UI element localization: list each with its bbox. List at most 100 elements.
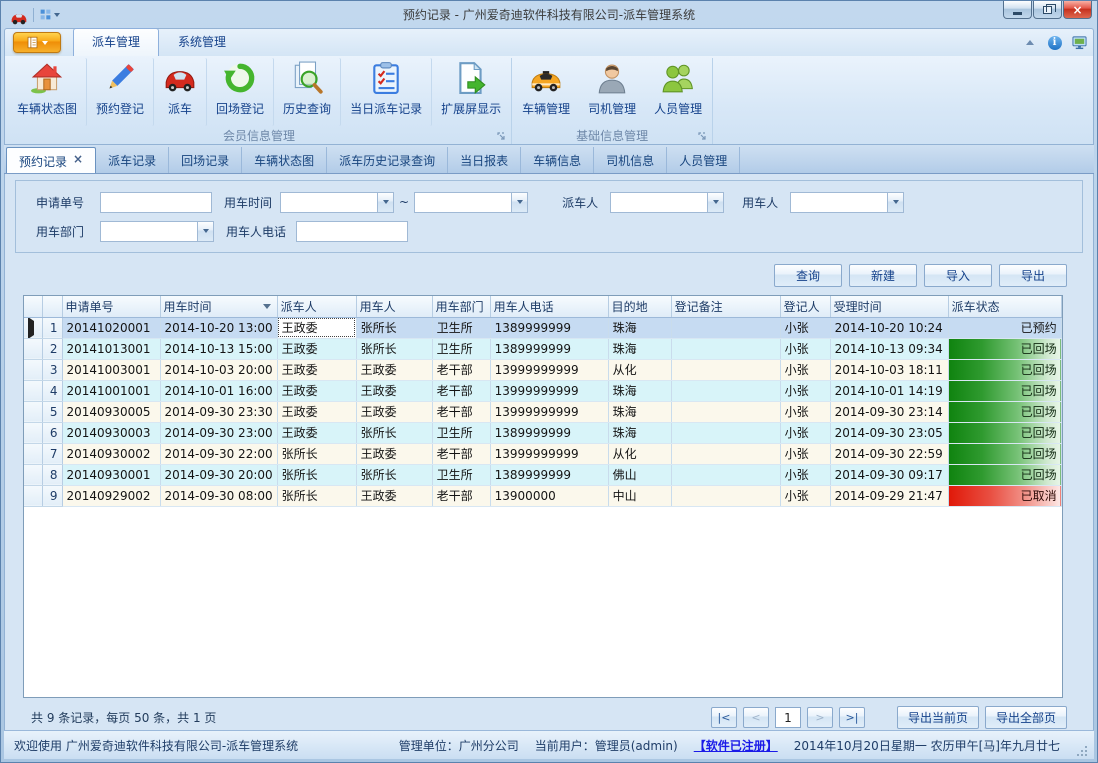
cell-apply_no[interactable]: 20141001001	[62, 380, 160, 401]
resize-grip[interactable]	[1076, 745, 1088, 757]
pager-first-button[interactable]: |<	[711, 707, 737, 728]
cell-status[interactable]: 已取消	[948, 485, 1061, 506]
table-row[interactable]: 9201409290022014-09-30 08:00张所长王政委老干部139…	[24, 485, 1061, 506]
cell-registrar[interactable]: 小张	[780, 422, 830, 443]
cell-dept[interactable]: 卫生所	[432, 464, 490, 485]
cell-phone[interactable]: 1389999999	[490, 464, 608, 485]
use-time-to-combo[interactable]	[414, 192, 528, 213]
cell-use_time[interactable]: 2014-10-01 16:00	[160, 380, 277, 401]
table-row[interactable]: 3201410030012014-10-03 20:00王政委王政委老干部139…	[24, 359, 1061, 380]
close-tab-icon[interactable]: ×	[73, 153, 83, 166]
cell-dept[interactable]: 老干部	[432, 359, 490, 380]
cell-dept[interactable]: 卫生所	[432, 317, 490, 338]
dialog-launcher-icon[interactable]	[497, 131, 507, 141]
cell-accept_time[interactable]: 2014-10-03 18:11	[830, 359, 948, 380]
document-tab-当日报表[interactable]: 当日报表	[448, 147, 521, 173]
quick-access-toolbar-button[interactable]	[39, 8, 60, 21]
cell-status[interactable]: 已预约	[948, 317, 1061, 338]
cell-accept_time[interactable]: 2014-09-29 21:47	[830, 485, 948, 506]
cell-remark[interactable]	[671, 338, 780, 359]
query-button[interactable]: 查询	[774, 264, 842, 287]
cell-phone[interactable]: 13900000	[490, 485, 608, 506]
grid-header-user[interactable]: 用车人	[356, 296, 432, 317]
cell-status[interactable]: 已回场	[948, 380, 1061, 401]
document-tab-人员管理[interactable]: 人员管理	[667, 147, 740, 173]
ribbon-button-人员管理[interactable]: 人员管理	[645, 58, 711, 126]
cell-use_time[interactable]: 2014-09-30 08:00	[160, 485, 277, 506]
chevron-down-icon[interactable]	[197, 222, 213, 241]
grid-header-status[interactable]: 派车状态	[948, 296, 1061, 317]
cell-dept[interactable]: 老干部	[432, 485, 490, 506]
chevron-down-icon[interactable]	[707, 193, 723, 212]
restore-button[interactable]	[1033, 1, 1062, 19]
cell-registrar[interactable]: 小张	[780, 317, 830, 338]
dialog-launcher-icon[interactable]	[698, 131, 708, 141]
cell-user[interactable]: 张所长	[356, 422, 432, 443]
cell-use_time[interactable]: 2014-09-30 20:00	[160, 464, 277, 485]
cell-use_time[interactable]: 2014-09-30 23:30	[160, 401, 277, 422]
cell-dest[interactable]: 佛山	[608, 464, 671, 485]
document-tab-派车记录[interactable]: 派车记录	[96, 147, 169, 173]
cell-dispatcher[interactable]: 张所长	[277, 443, 356, 464]
ribbon-button-回场登记[interactable]: 回场登记	[207, 58, 274, 126]
cell-apply_no[interactable]: 20140930001	[62, 464, 160, 485]
cell-status[interactable]: 已回场	[948, 401, 1061, 422]
pager-last-button[interactable]: >|	[839, 707, 865, 728]
cell-phone[interactable]: 13999999999	[490, 359, 608, 380]
cell-user[interactable]: 王政委	[356, 401, 432, 422]
table-row[interactable]: 5201409300052014-09-30 23:30王政委王政委老干部139…	[24, 401, 1061, 422]
cell-apply_no[interactable]: 20141003001	[62, 359, 160, 380]
close-button[interactable]: ×	[1063, 1, 1092, 19]
grid-header-apply_no[interactable]: 申请单号	[62, 296, 160, 317]
chevron-down-icon[interactable]	[887, 193, 903, 212]
export-button[interactable]: 导出	[999, 264, 1067, 287]
cell-status[interactable]: 已回场	[948, 422, 1061, 443]
cell-user[interactable]: 张所长	[356, 464, 432, 485]
apply-no-input[interactable]	[100, 192, 212, 213]
cell-use_time[interactable]: 2014-10-13 15:00	[160, 338, 277, 359]
cell-dest[interactable]: 从化	[608, 443, 671, 464]
table-row[interactable]: 6201409300032014-09-30 23:00王政委张所长卫生所138…	[24, 422, 1061, 443]
grid-header-dept[interactable]: 用车部门	[432, 296, 490, 317]
cell-accept_time[interactable]: 2014-09-30 23:14	[830, 401, 948, 422]
cell-accept_time[interactable]: 2014-10-13 09:34	[830, 338, 948, 359]
license-registered-link[interactable]: 【软件已注册】	[694, 737, 778, 754]
pager-next-button[interactable]: >	[807, 707, 833, 728]
cell-dest[interactable]: 从化	[608, 359, 671, 380]
document-tab-车辆信息[interactable]: 车辆信息	[521, 147, 594, 173]
display-settings-icon[interactable]	[1072, 35, 1087, 50]
cell-registrar[interactable]: 小张	[780, 380, 830, 401]
ribbon-tab-系统管理[interactable]: 系统管理	[159, 28, 245, 56]
cell-remark[interactable]	[671, 443, 780, 464]
cell-use_time[interactable]: 2014-09-30 22:00	[160, 443, 277, 464]
cell-status[interactable]: 已回场	[948, 359, 1061, 380]
cell-user[interactable]: 张所长	[356, 338, 432, 359]
grid-header-use_time[interactable]: 用车时间	[160, 296, 277, 317]
cell-remark[interactable]	[671, 380, 780, 401]
cell-dept[interactable]: 老干部	[432, 401, 490, 422]
cell-apply_no[interactable]: 20140930005	[62, 401, 160, 422]
cell-dept[interactable]: 老干部	[432, 443, 490, 464]
cell-phone[interactable]: 13999999999	[490, 443, 608, 464]
cell-dest[interactable]: 珠海	[608, 422, 671, 443]
ribbon-button-预约登记[interactable]: 预约登记	[87, 58, 154, 126]
cell-registrar[interactable]: 小张	[780, 401, 830, 422]
cell-apply_no[interactable]: 20140929002	[62, 485, 160, 506]
cell-dest[interactable]: 中山	[608, 485, 671, 506]
export-all-pages-button[interactable]: 导出全部页	[985, 706, 1067, 729]
cell-phone[interactable]: 1389999999	[490, 317, 608, 338]
cell-dispatcher[interactable]: 王政委	[277, 359, 356, 380]
grid-header-remark[interactable]: 登记备注	[671, 296, 780, 317]
cell-status[interactable]: 已回场	[948, 443, 1061, 464]
grid-header-dest[interactable]: 目的地	[608, 296, 671, 317]
grid-header-registrar[interactable]: 登记人	[780, 296, 830, 317]
document-tab-车辆状态图[interactable]: 车辆状态图	[242, 147, 327, 173]
ribbon-button-扩展屏显示[interactable]: 扩展屏显示	[432, 58, 510, 126]
cell-remark[interactable]	[671, 401, 780, 422]
dept-combo[interactable]	[100, 221, 214, 242]
cell-accept_time[interactable]: 2014-09-30 23:05	[830, 422, 948, 443]
cell-dept[interactable]: 卫生所	[432, 338, 490, 359]
document-tab-预约记录[interactable]: 预约记录×	[6, 147, 96, 173]
cell-accept_time[interactable]: 2014-09-30 22:59	[830, 443, 948, 464]
cell-accept_time[interactable]: 2014-10-01 14:19	[830, 380, 948, 401]
